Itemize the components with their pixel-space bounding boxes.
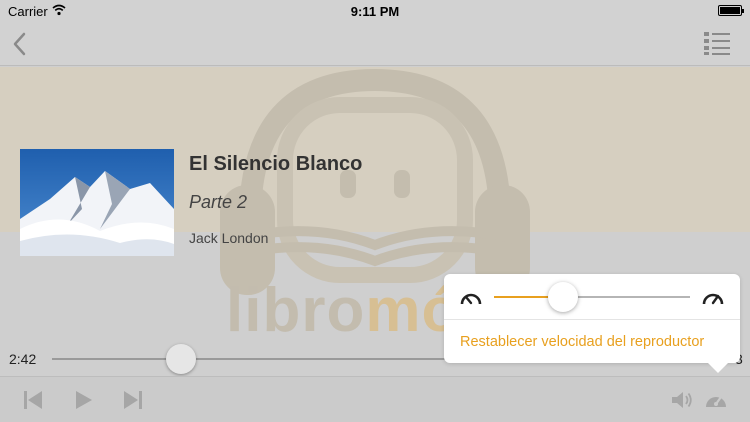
- speed-slider-track[interactable]: [494, 296, 690, 298]
- list-icon[interactable]: [704, 30, 730, 56]
- status-bar: Carrier 9:11 PM: [0, 0, 750, 22]
- status-time: 9:11 PM: [350, 4, 400, 19]
- speed-fast-icon: [702, 293, 724, 305]
- popover-divider: [444, 319, 740, 320]
- skip-back-icon[interactable]: [22, 388, 46, 412]
- progress-thumb[interactable]: [166, 344, 196, 374]
- battery-icon: [718, 5, 744, 16]
- book-title: El Silencio Blanco: [189, 153, 363, 175]
- speedometer-icon[interactable]: [704, 388, 728, 412]
- volume-icon[interactable]: [670, 388, 694, 412]
- speed-slow-icon: [460, 293, 482, 305]
- reset-speed-button[interactable]: Restablecer velocidad del reproductor: [460, 334, 704, 350]
- play-icon[interactable]: [71, 388, 95, 412]
- elapsed-time: 2:42: [9, 351, 37, 367]
- watermark-wordmark: libromó: [226, 276, 461, 345]
- book-part: Parte 2: [189, 192, 248, 212]
- player-toolbar: [0, 376, 750, 422]
- book-author: Jack London: [189, 230, 269, 246]
- speed-slider-thumb[interactable]: [548, 282, 578, 312]
- skip-forward-icon[interactable]: [120, 388, 144, 412]
- popover-arrow: [707, 362, 729, 373]
- chevron-left-icon[interactable]: [8, 30, 32, 58]
- speed-popover: Restablecer velocidad del reproductor: [444, 274, 740, 363]
- book-cover-image: [20, 149, 174, 256]
